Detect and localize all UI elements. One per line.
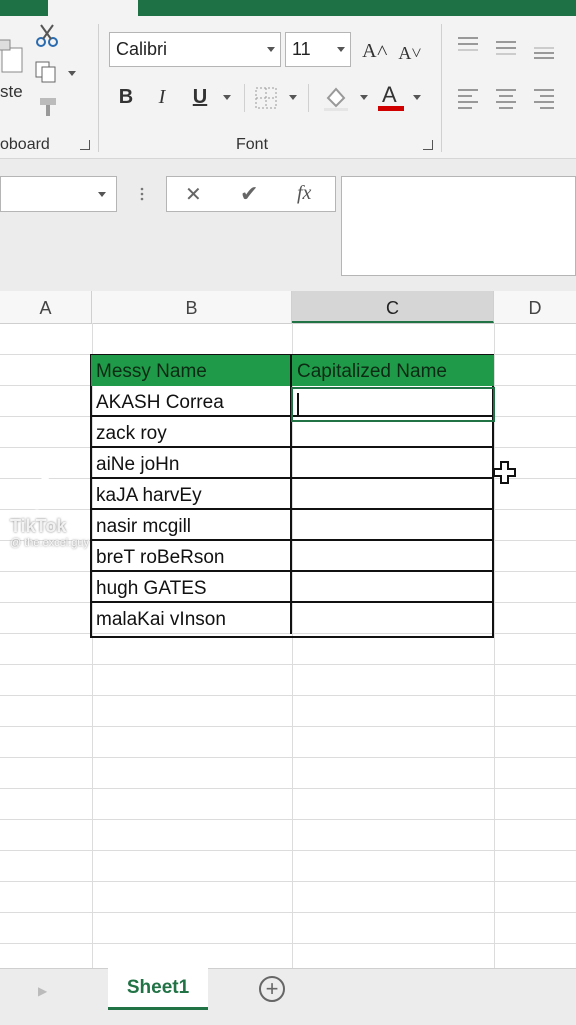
scroll-tabs-icon[interactable]: ▶ (38, 984, 47, 998)
gridline (0, 788, 576, 789)
align-center-icon[interactable] (494, 86, 518, 110)
ribbon-tab-home[interactable] (48, 0, 138, 16)
fill-color-dropdown-icon[interactable] (360, 95, 368, 100)
borders-icon[interactable] (254, 86, 278, 110)
divider (308, 84, 309, 112)
tiktok-brand: TikTok (10, 516, 67, 536)
add-sheet-icon[interactable]: + (259, 976, 285, 1002)
table-row: kaJA harvEy (91, 479, 494, 510)
font-size-dropdown[interactable]: 11 (285, 32, 351, 67)
gridline (0, 664, 576, 665)
header-capitalized-name[interactable]: Capitalized Name (292, 355, 494, 386)
font-group-label: Font (236, 136, 269, 153)
underline-dropdown-icon[interactable] (223, 95, 231, 100)
gridline (0, 726, 576, 727)
capitalized-name-cell[interactable] (292, 603, 494, 634)
align-bottom-icon[interactable] (532, 36, 556, 60)
formula-bar-grip-icon (140, 186, 144, 202)
enter-button[interactable]: ✔ (240, 181, 258, 207)
capitalized-name-cell[interactable] (292, 448, 494, 479)
messy-name-cell[interactable]: AKASH Correa (91, 386, 292, 417)
plus-cursor-icon (493, 461, 517, 485)
capitalized-name-cell[interactable] (292, 541, 494, 572)
gridline (0, 912, 576, 913)
bold-button[interactable]: B (112, 82, 140, 112)
sheet-tab-sheet1[interactable]: Sheet1 (108, 968, 208, 1010)
messy-name-cell[interactable]: aiNe joHn (91, 448, 292, 479)
formula-controls: ✕ ✔ fx (166, 176, 336, 212)
gridline (0, 695, 576, 696)
divider (441, 24, 442, 152)
fill-color-icon[interactable] (322, 84, 350, 112)
paste-icon[interactable] (0, 34, 24, 74)
active-cell-selection[interactable] (291, 387, 495, 422)
align-left-icon[interactable] (456, 86, 480, 110)
table-row: nasir mcgill (91, 510, 494, 541)
column-header-d[interactable]: D (494, 291, 576, 323)
font-color-swatch (378, 106, 404, 111)
table-header-row: Messy Name Capitalized Name (91, 355, 494, 386)
table-row: aiNe joHn (91, 448, 494, 479)
font-name-dropdown[interactable]: Calibri (109, 32, 281, 67)
table-row: malaKai vInson (91, 603, 494, 634)
tiktok-handle: @ the.excel.guy (10, 537, 90, 549)
paste-label[interactable]: ste (0, 82, 23, 102)
format-painter-icon[interactable] (36, 96, 60, 118)
messy-name-cell[interactable]: zack roy (91, 417, 292, 448)
table-row: breT roBeRson (91, 541, 494, 572)
column-header-a[interactable]: A (0, 291, 92, 323)
align-middle-icon[interactable] (494, 34, 518, 58)
formula-input[interactable] (341, 176, 576, 276)
chevron-down-icon (98, 192, 106, 197)
font-name-value: Calibri (116, 39, 168, 59)
clipboard-group-label: oboard (0, 136, 50, 153)
sheet-tabs-bar (0, 968, 576, 1025)
chevron-down-icon (267, 47, 275, 52)
insert-function-button[interactable]: fx (297, 182, 311, 205)
copy-dropdown-icon[interactable] (68, 71, 76, 76)
gridline (0, 757, 576, 758)
table-row: hugh GATES (91, 572, 494, 603)
shrink-font-button[interactable]: A˅ (396, 38, 424, 68)
name-box[interactable] (0, 176, 117, 212)
font-color-icon: A (382, 82, 397, 107)
font-launcher-icon[interactable] (423, 140, 433, 150)
copy-icon[interactable] (34, 60, 58, 84)
header-messy-name[interactable]: Messy Name (91, 355, 292, 386)
capitalized-name-cell[interactable] (292, 572, 494, 603)
divider (98, 24, 99, 152)
gridline (0, 850, 576, 851)
text-cursor (297, 393, 299, 415)
capitalized-name-cell[interactable] (292, 510, 494, 541)
borders-dropdown-icon[interactable] (289, 95, 297, 100)
clipboard-launcher-icon[interactable] (80, 140, 90, 150)
font-color-button[interactable]: A (378, 82, 406, 112)
tiktok-logo-icon (24, 470, 64, 514)
gridline (0, 943, 576, 944)
capitalized-name-cell[interactable] (292, 479, 494, 510)
chevron-down-icon (337, 47, 345, 52)
underline-button[interactable]: U (186, 82, 214, 112)
messy-name-cell[interactable]: hugh GATES (91, 572, 292, 603)
cancel-button[interactable]: ✕ (185, 182, 202, 207)
column-header-b[interactable]: B (92, 291, 292, 323)
messy-name-cell[interactable]: kaJA harvEy (91, 479, 292, 510)
gridline (0, 881, 576, 882)
cut-icon[interactable] (34, 22, 60, 48)
messy-name-cell[interactable]: nasir mcgill (91, 510, 292, 541)
font-size-value: 11 (292, 39, 311, 59)
align-right-icon[interactable] (532, 86, 556, 110)
messy-name-cell[interactable]: breT roBeRson (91, 541, 292, 572)
tiktok-watermark: TikTok @ the.excel.guy (10, 470, 89, 549)
grow-font-button[interactable]: A˄ (360, 36, 390, 66)
italic-button[interactable]: I (148, 82, 176, 112)
gridline (0, 819, 576, 820)
divider (244, 84, 245, 112)
messy-name-cell[interactable]: malaKai vInson (91, 603, 292, 634)
column-header-c[interactable]: C (292, 291, 494, 323)
align-top-icon[interactable] (456, 34, 480, 58)
font-color-dropdown-icon[interactable] (413, 95, 421, 100)
